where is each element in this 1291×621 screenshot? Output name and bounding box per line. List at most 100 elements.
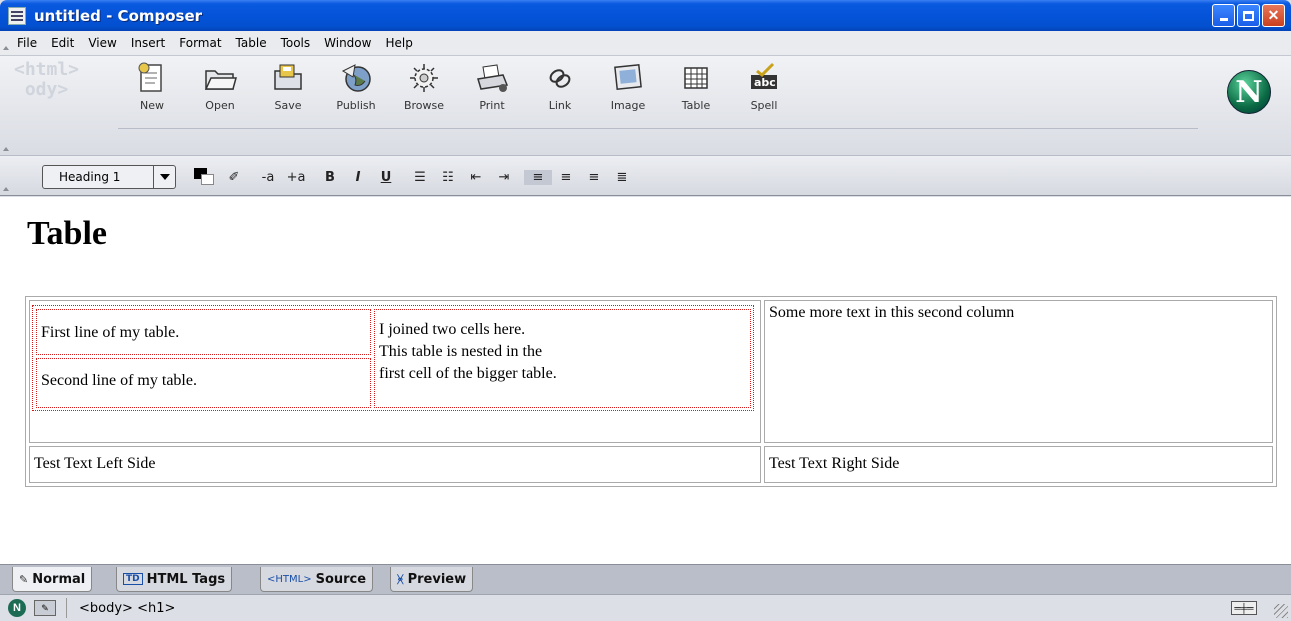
spellcheck-icon: abc [746, 60, 782, 96]
table-button[interactable]: Table [662, 60, 730, 112]
browse-button[interactable]: Browse [390, 60, 458, 112]
nested-cell-r2c1[interactable]: Second line of my table. [36, 358, 371, 408]
bold-button[interactable]: B [316, 170, 344, 185]
nested-table[interactable]: First line of my table. Second line of m… [32, 305, 754, 411]
save-button[interactable]: Save [254, 60, 322, 112]
document-heading[interactable]: Table [27, 215, 107, 253]
format-toolbar-grip[interactable] [0, 156, 10, 196]
outer-cell-top-left[interactable]: First line of my table. Second line of m… [29, 300, 761, 443]
menu-window[interactable]: Window [317, 36, 378, 50]
svg-text:abc: abc [754, 76, 776, 89]
nested-cell-r2c1-text: Second line of my table. [41, 372, 197, 389]
connection-status-icon: ═╪═ [1231, 601, 1257, 615]
editor-area[interactable]: Table First line of my table. Second lin… [0, 197, 1291, 564]
minimize-icon [1219, 18, 1228, 21]
tab-normal-label: Normal [32, 571, 86, 587]
open-button[interactable]: Open [186, 60, 254, 112]
html-watermark-icon: <html> ody> [14, 59, 80, 100]
title-bar: untitled - Composer ✕ [0, 0, 1291, 31]
menu-help[interactable]: Help [378, 36, 419, 50]
publish-button[interactable]: Publish [322, 60, 390, 112]
menu-tools[interactable]: Tools [274, 36, 318, 50]
tab-preview[interactable]: ᚸ Preview [390, 567, 474, 592]
folder-icon [202, 60, 238, 96]
publish-button-label: Publish [336, 99, 376, 112]
image-button[interactable]: Image [594, 60, 662, 112]
print-button-label: Print [479, 99, 505, 112]
browse-button-label: Browse [403, 99, 445, 112]
justify-button[interactable]: ≣ [608, 170, 636, 185]
joined-line-3: first cell of the bigger table. [379, 365, 557, 382]
save-button-label: Save [274, 99, 302, 112]
maximize-icon [1243, 10, 1254, 21]
align-center-button[interactable]: ≡ [552, 170, 580, 185]
html-tag-icon: <HTML> [267, 573, 312, 585]
align-right-button[interactable]: ≡ [580, 170, 608, 185]
underline-button[interactable]: U [372, 170, 400, 185]
nested-cell-joined[interactable]: I joined two cells here. This table is n… [374, 309, 751, 408]
spell-button-label: Spell [750, 99, 778, 112]
status-divider [66, 598, 67, 618]
bullet-list-button[interactable]: ☰ [406, 170, 434, 185]
menu-edit[interactable]: Edit [44, 36, 81, 50]
status-bar: N ✎ <body> <h1> ═╪═ [0, 594, 1291, 621]
edit-mode-tabs: ✎ Normal TD HTML Tags <HTML> Source ᚸ Pr… [0, 564, 1291, 594]
menu-file[interactable]: File [10, 36, 44, 50]
link-button-label: Link [548, 99, 572, 112]
toolbar-grip[interactable] [0, 56, 10, 156]
second-column-text: Some more text in this second column [769, 304, 1015, 321]
outer-cell-top-right[interactable]: Some more text in this second column [764, 300, 1273, 443]
netscape-status-icon[interactable]: N [8, 599, 26, 617]
maximize-button[interactable] [1237, 4, 1260, 27]
menu-format[interactable]: Format [172, 36, 228, 50]
print-button[interactable]: Print [458, 60, 526, 112]
link-button[interactable]: Link [526, 60, 594, 112]
composer-status-icon[interactable]: ✎ [34, 600, 56, 616]
table-icon [678, 60, 714, 96]
tag-breadcrumbs[interactable]: <body> <h1> [79, 601, 175, 616]
composition-toolbar: <html> ody> New Open Save Publish Browse… [0, 56, 1291, 156]
new-button[interactable]: New [118, 60, 186, 112]
background-color-swatch[interactable] [201, 174, 214, 185]
highlight-pencil-icon[interactable]: ✐ [220, 170, 248, 185]
indent-button[interactable]: ⇥ [490, 170, 518, 185]
outer-cell-bottom-left[interactable]: Test Text Left Side [29, 446, 761, 483]
preview-icon: ᚸ [397, 572, 404, 586]
larger-font-button[interactable]: +a [282, 170, 310, 185]
close-button[interactable]: ✕ [1262, 4, 1285, 27]
toolbar-separator [118, 128, 1198, 129]
minimize-button[interactable] [1212, 4, 1235, 27]
text-color-picker[interactable] [190, 165, 220, 189]
tab-source[interactable]: <HTML> Source [260, 567, 374, 592]
numbered-list-button[interactable]: ☷ [434, 170, 462, 185]
netscape-logo-icon[interactable]: N [1227, 70, 1271, 114]
tab-html-tags[interactable]: TD HTML Tags [116, 567, 233, 592]
image-icon [610, 60, 646, 96]
menu-view[interactable]: View [81, 36, 123, 50]
tab-preview-label: Preview [407, 571, 467, 587]
menu-bar-grip[interactable] [0, 31, 10, 55]
format-toolbar: Heading 1 ✐ -a +a B I U ☰ ☷ ⇤ ⇥ ≡ ≡ ≡ ≣ [0, 156, 1291, 196]
nested-cell-r1c1-text: First line of my table. [41, 324, 180, 341]
italic-button[interactable]: I [344, 170, 372, 185]
outdent-button[interactable]: ⇤ [462, 170, 490, 185]
composer-app-icon [8, 6, 26, 25]
align-left-button[interactable]: ≡ [524, 169, 552, 185]
gear-icon [406, 60, 442, 96]
nested-cell-r1c1[interactable]: First line of my table. [36, 309, 371, 355]
bottom-right-text: Test Text Right Side [769, 455, 900, 472]
globe-icon [338, 60, 374, 96]
outer-table[interactable]: First line of my table. Second line of m… [25, 296, 1277, 487]
save-icon [270, 60, 306, 96]
spell-button[interactable]: abc Spell [730, 60, 798, 112]
menu-table[interactable]: Table [229, 36, 274, 50]
paragraph-style-value: Heading 1 [59, 170, 121, 184]
smaller-font-button[interactable]: -a [254, 170, 282, 185]
paragraph-style-select[interactable]: Heading 1 [42, 165, 176, 189]
resize-grip[interactable] [1274, 604, 1288, 618]
table-button-label: Table [681, 99, 711, 112]
tab-normal[interactable]: ✎ Normal [12, 567, 93, 592]
outer-cell-bottom-right[interactable]: Test Text Right Side [764, 446, 1273, 483]
menu-insert[interactable]: Insert [124, 36, 172, 50]
chevron-down-icon[interactable] [153, 166, 175, 188]
